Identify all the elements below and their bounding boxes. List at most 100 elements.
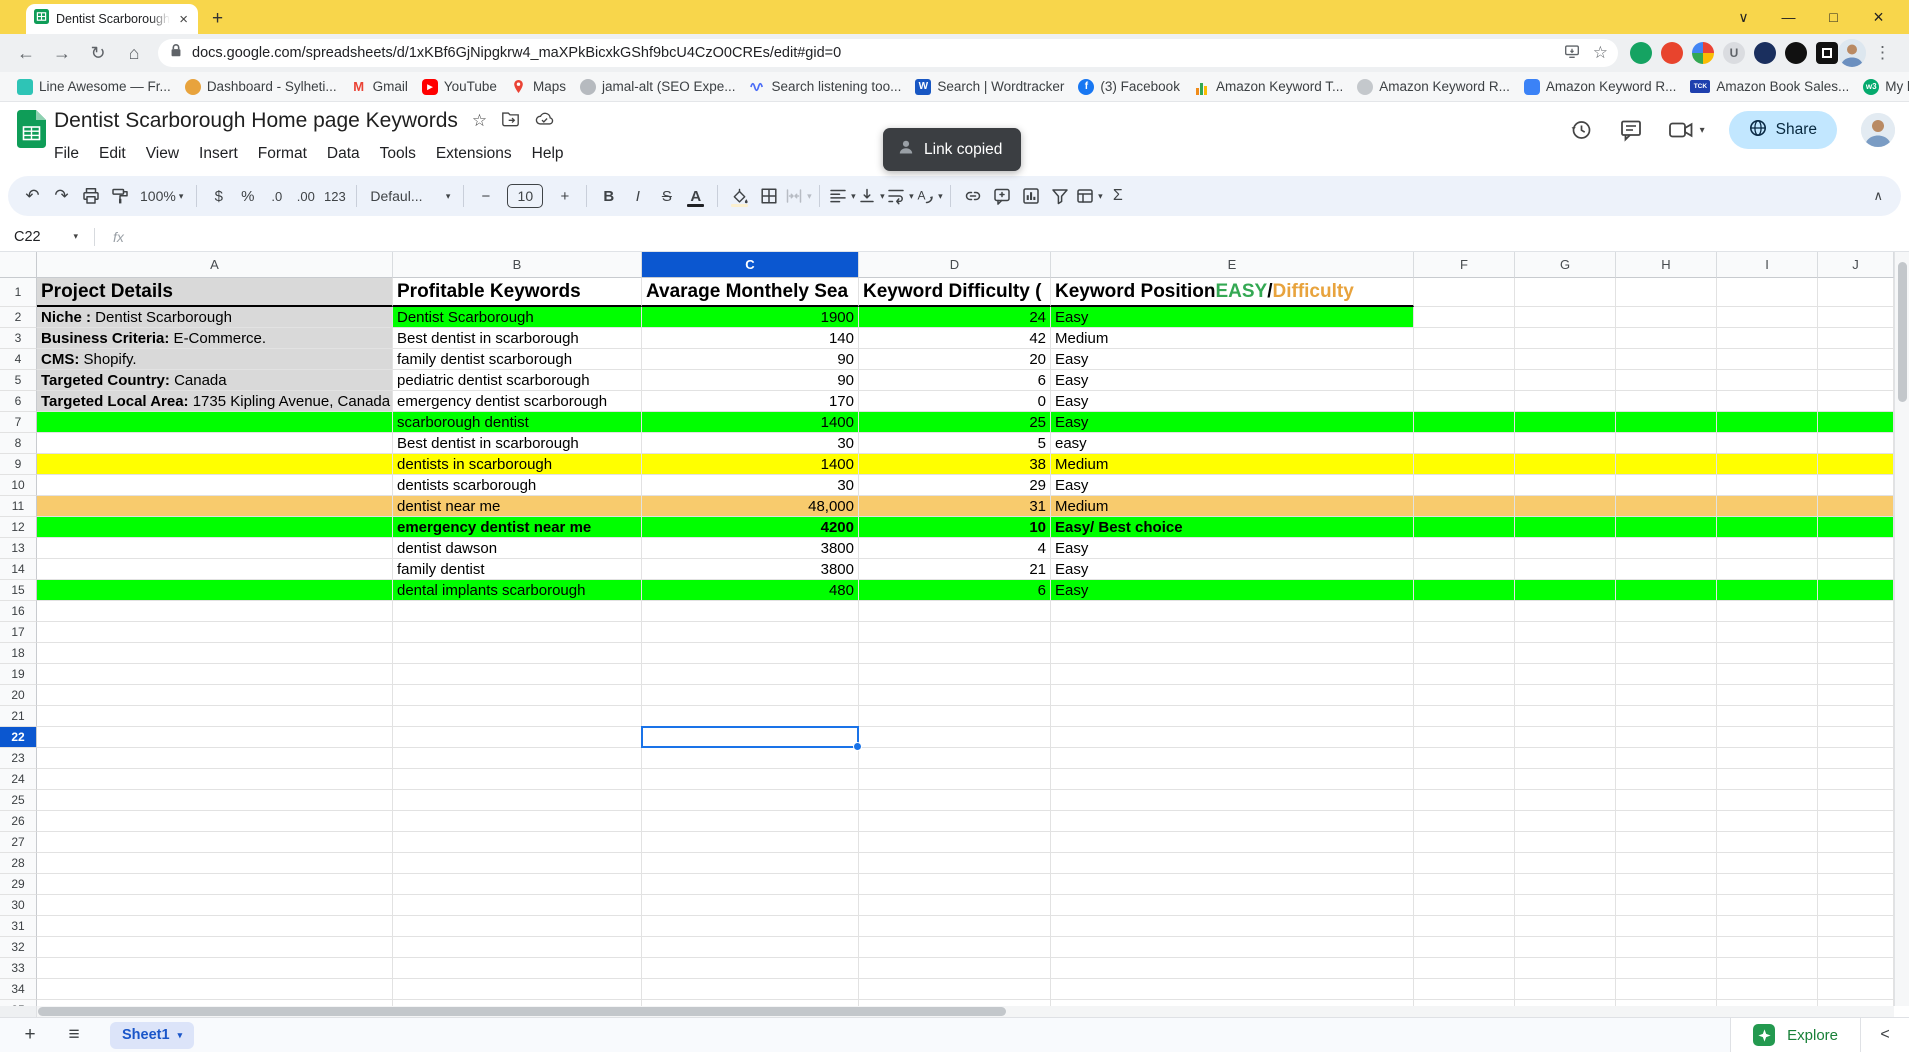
cell-J13[interactable]: [1818, 538, 1894, 559]
row-header-18[interactable]: 18: [0, 643, 37, 664]
comments-icon[interactable]: [1618, 118, 1644, 142]
cell-F10[interactable]: [1414, 475, 1515, 496]
cell-H3[interactable]: [1616, 328, 1717, 349]
cell-B7[interactable]: scarborough dentist: [393, 412, 642, 433]
cell-D4[interactable]: 20: [859, 349, 1051, 370]
strikethrough-icon[interactable]: S: [652, 182, 681, 210]
collapse-toolbar-icon[interactable]: ∧: [1865, 188, 1891, 204]
cell-D5[interactable]: 6: [859, 370, 1051, 391]
cell-D29[interactable]: [859, 874, 1051, 895]
extension-square-icon[interactable]: [1816, 42, 1838, 64]
cell-F3[interactable]: [1414, 328, 1515, 349]
cell-H25[interactable]: [1616, 790, 1717, 811]
cell-D26[interactable]: [859, 811, 1051, 832]
cell-F34[interactable]: [1414, 979, 1515, 1000]
insert-chart-icon[interactable]: [1016, 182, 1045, 210]
sheets-logo-icon[interactable]: [17, 110, 46, 153]
cell-C23[interactable]: [642, 748, 859, 769]
cell-A1[interactable]: Project Details: [37, 278, 393, 307]
cell-G26[interactable]: [1515, 811, 1616, 832]
horizontal-scrollbar-thumb[interactable]: [38, 1007, 1006, 1016]
bookmark-item[interactable]: w3My learning | W3Sc...: [1856, 76, 1909, 98]
explore-button[interactable]: Explore: [1731, 1018, 1860, 1052]
cell-A12[interactable]: [37, 517, 393, 538]
row-header-12[interactable]: 12: [0, 517, 37, 538]
back-icon[interactable]: ←: [8, 43, 44, 64]
cell-B34[interactable]: [393, 979, 642, 1000]
cell-C24[interactable]: [642, 769, 859, 790]
cell-H33[interactable]: [1616, 958, 1717, 979]
cell-H4[interactable]: [1616, 349, 1717, 370]
column-header-J[interactable]: J: [1818, 252, 1894, 278]
menu-edit[interactable]: Edit: [89, 142, 136, 166]
cell-B28[interactable]: [393, 853, 642, 874]
cell-J1[interactable]: [1818, 278, 1894, 307]
cell-B19[interactable]: [393, 664, 642, 685]
cell-G32[interactable]: [1515, 937, 1616, 958]
cell-E13[interactable]: Easy: [1051, 538, 1414, 559]
column-header-A[interactable]: A: [37, 252, 393, 278]
formula-input[interactable]: [124, 222, 1909, 251]
cell-H14[interactable]: [1616, 559, 1717, 580]
cell-G29[interactable]: [1515, 874, 1616, 895]
cell-G13[interactable]: [1515, 538, 1616, 559]
row-header-34[interactable]: 34: [0, 979, 37, 1000]
cell-H18[interactable]: [1616, 643, 1717, 664]
cell-B23[interactable]: [393, 748, 642, 769]
cell-E3[interactable]: Medium: [1051, 328, 1414, 349]
cell-F4[interactable]: [1414, 349, 1515, 370]
meet-camera-icon[interactable]: [1668, 119, 1694, 141]
cell-B26[interactable]: [393, 811, 642, 832]
fill-color-icon[interactable]: [725, 182, 754, 210]
cell-B5[interactable]: pediatric dentist scarborough: [393, 370, 642, 391]
cell-F23[interactable]: [1414, 748, 1515, 769]
cell-E15[interactable]: Easy: [1051, 580, 1414, 601]
cell-I10[interactable]: [1717, 475, 1818, 496]
cell-I21[interactable]: [1717, 706, 1818, 727]
cell-B32[interactable]: [393, 937, 642, 958]
cell-D31[interactable]: [859, 916, 1051, 937]
italic-icon[interactable]: I: [623, 182, 652, 210]
cell-E8[interactable]: easy: [1051, 433, 1414, 454]
format-currency-icon[interactable]: $: [204, 182, 233, 210]
cell-J15[interactable]: [1818, 580, 1894, 601]
cell-D6[interactable]: 0: [859, 391, 1051, 412]
cloud-status-icon[interactable]: [534, 109, 554, 133]
cell-I32[interactable]: [1717, 937, 1818, 958]
cell-J26[interactable]: [1818, 811, 1894, 832]
cell-H23[interactable]: [1616, 748, 1717, 769]
cell-B30[interactable]: [393, 895, 642, 916]
cell-I8[interactable]: [1717, 433, 1818, 454]
cell-A23[interactable]: [37, 748, 393, 769]
cell-F2[interactable]: [1414, 307, 1515, 328]
cell-E14[interactable]: Easy: [1051, 559, 1414, 580]
row-header-8[interactable]: 8: [0, 433, 37, 454]
cell-D22[interactable]: [859, 727, 1051, 748]
cell-J32[interactable]: [1818, 937, 1894, 958]
cell-B27[interactable]: [393, 832, 642, 853]
column-header-I[interactable]: I: [1717, 252, 1818, 278]
cell-J25[interactable]: [1818, 790, 1894, 811]
row-header-13[interactable]: 13: [0, 538, 37, 559]
row-header-5[interactable]: 5: [0, 370, 37, 391]
cell-C34[interactable]: [642, 979, 859, 1000]
cell-E6[interactable]: Easy: [1051, 391, 1414, 412]
cell-G22[interactable]: [1515, 727, 1616, 748]
cell-I22[interactable]: [1717, 727, 1818, 748]
window-maximize-icon[interactable]: □: [1811, 9, 1856, 25]
column-header-E[interactable]: E: [1051, 252, 1414, 278]
cell-D9[interactable]: 38: [859, 454, 1051, 475]
cell-B29[interactable]: [393, 874, 642, 895]
cell-H21[interactable]: [1616, 706, 1717, 727]
cell-A17[interactable]: [37, 622, 393, 643]
cell-F29[interactable]: [1414, 874, 1515, 895]
cell-I5[interactable]: [1717, 370, 1818, 391]
cell-I14[interactable]: [1717, 559, 1818, 580]
browser-menu-icon[interactable]: ⋮: [1874, 43, 1891, 63]
cell-G10[interactable]: [1515, 475, 1616, 496]
menu-file[interactable]: File: [44, 142, 89, 166]
cell-D7[interactable]: 25: [859, 412, 1051, 433]
cell-J34[interactable]: [1818, 979, 1894, 1000]
row-header-2[interactable]: 2: [0, 307, 37, 328]
font-size-input[interactable]: 10: [507, 184, 543, 208]
